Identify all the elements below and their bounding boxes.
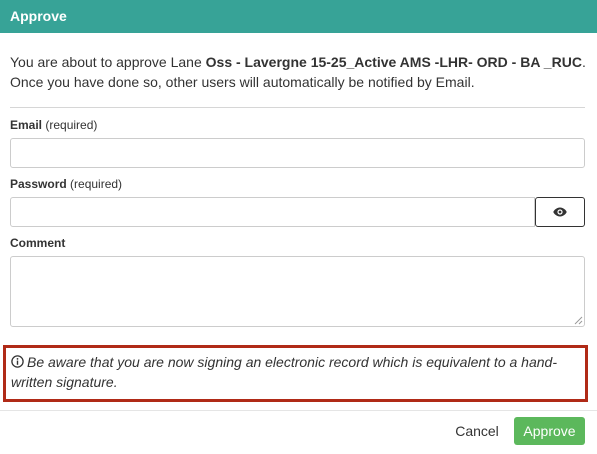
password-field[interactable] <box>10 197 535 227</box>
comment-label-text: Comment <box>10 236 66 250</box>
approve-button[interactable]: Approve <box>514 417 585 445</box>
eye-icon <box>553 207 567 217</box>
comment-label: Comment <box>10 235 65 251</box>
resize-grip-icon[interactable] <box>574 316 583 325</box>
email-required-hint: (required) <box>42 118 98 132</box>
comment-field[interactable] <box>10 256 585 327</box>
warning-text: Be aware that you are now signing an ele… <box>11 354 557 390</box>
lane-name: Oss - Lavergne 15-25_Active AMS -LHR- OR… <box>205 54 582 70</box>
password-label-text: Password <box>10 177 67 191</box>
approval-message-prefix: You are about to approve Lane <box>10 54 206 70</box>
approve-dialog: Approve You are about to approve Lane Os… <box>0 0 597 454</box>
email-label: Email (required) <box>10 117 97 133</box>
signature-warning: Be aware that you are now signing an ele… <box>3 345 588 402</box>
email-field[interactable] <box>10 138 585 168</box>
approval-message: You are about to approve Lane Oss - Lave… <box>10 52 590 92</box>
footer-divider <box>0 410 597 411</box>
cancel-button[interactable]: Cancel <box>447 417 507 445</box>
email-label-text: Email <box>10 118 43 132</box>
password-label: Password (required) <box>10 176 122 192</box>
info-circle-icon <box>11 355 24 368</box>
show-password-button[interactable] <box>535 197 585 227</box>
dialog-title: Approve <box>0 0 597 33</box>
password-required-hint: (required) <box>66 177 123 191</box>
divider <box>10 107 585 108</box>
